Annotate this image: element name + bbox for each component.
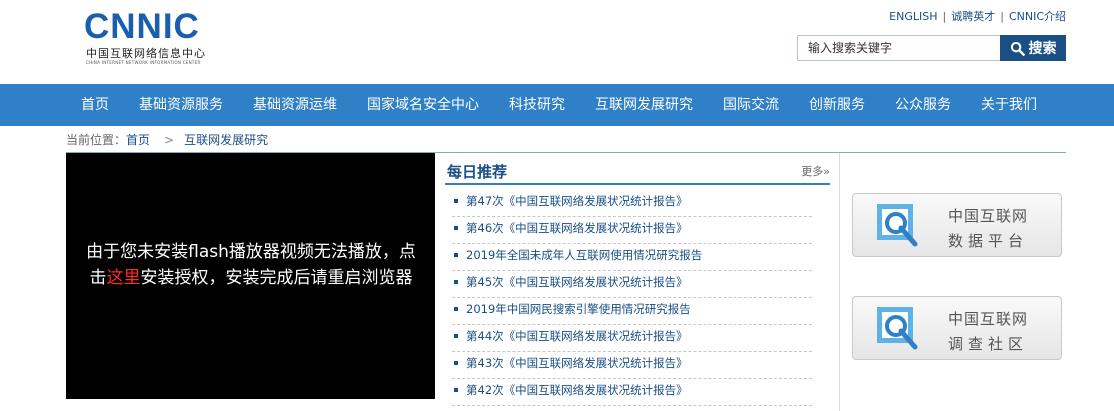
logo-english-name: CHINA INTERNET NETWORK INFORMATION CENTE…: [86, 60, 201, 65]
list-item[interactable]: 2019年中国网民搜索引擎使用情况研究报告: [452, 298, 812, 325]
list-item[interactable]: 第43次《中国互联网络发展状况统计报告》: [452, 352, 812, 379]
list-item[interactable]: 第47次《中国互联网络发展状况统计报告》: [452, 190, 812, 217]
bullet-icon: [454, 334, 458, 338]
daily-recommend-list: 第47次《中国互联网络发展状况统计报告》 第46次《中国互联网络发展状况统计报告…: [452, 190, 812, 406]
card-title-line1: 中国互联网: [948, 310, 1029, 328]
list-item-title: 第47次《中国互联网络发展状况统计报告》: [466, 194, 688, 208]
search-input[interactable]: [797, 35, 1000, 61]
search-box: 搜索: [797, 35, 1066, 61]
logo-wordmark: CNNIC: [84, 7, 200, 46]
top-link-english[interactable]: ENGLISH: [889, 10, 937, 23]
logo-chinese-name: 中国互联网络信息中心: [86, 47, 206, 60]
column-divider: [839, 153, 840, 411]
search-icon: [1010, 41, 1025, 56]
top-link-separator: |: [942, 10, 947, 23]
search-button[interactable]: 搜索: [1000, 35, 1066, 61]
list-item[interactable]: 2019年全国未成年人互联网使用情况研究报告: [452, 244, 812, 271]
nav-item-tech-research[interactable]: 科技研究: [494, 84, 580, 126]
bullet-icon: [454, 307, 458, 311]
card-title-line2: 调查社区: [948, 335, 1029, 353]
bullet-icon: [454, 388, 458, 392]
cnnic-logo[interactable]: CNNIC 中国互联网络信息中心 CHINA INTERNET NETWORK …: [84, 8, 224, 66]
nav-item-home[interactable]: 首页: [66, 84, 124, 126]
breadcrumb-label: 当前位置：: [66, 133, 127, 147]
bullet-icon: [454, 199, 458, 203]
nav-item-basic-resource-ops[interactable]: 基础资源运维: [238, 84, 352, 126]
top-link-separator: |: [1000, 10, 1004, 23]
card-title-line2: 数据平台: [948, 232, 1029, 250]
top-links: ENGLISH | 诚聘英才 | CNNIC介绍: [889, 8, 1066, 24]
flash-missing-message: 由于您未安装flash播放器视频无法播放，点击这里安装授权，安装完成后请重启浏览…: [86, 239, 416, 291]
survey-community-card[interactable]: 中国互联网 调查社区: [852, 296, 1062, 360]
flash-install-link[interactable]: 这里: [107, 268, 141, 288]
daily-recommend-header: 每日推荐 更多»: [445, 153, 830, 185]
bullet-icon: [454, 361, 458, 365]
nav-item-internet-research[interactable]: 互联网发展研究: [580, 84, 708, 126]
video-player[interactable]: 由于您未安装flash播放器视频无法播放，点击这里安装授权，安装完成后请重启浏览…: [66, 153, 435, 399]
more-link[interactable]: 更多»: [801, 163, 830, 179]
list-item-title: 第43次《中国互联网络发展状况统计报告》: [466, 356, 688, 370]
list-item-title: 第42次《中国互联网络发展状况统计报告》: [466, 383, 688, 397]
top-link-about-cnnic[interactable]: CNNIC介绍: [1009, 10, 1066, 23]
list-item[interactable]: 第46次《中国互联网络发展状况统计报告》: [452, 217, 812, 244]
list-item-title: 2019年中国网民搜索引擎使用情况研究报告: [466, 302, 691, 316]
nav-item-international[interactable]: 国际交流: [708, 84, 794, 126]
card-title-line1: 中国互联网: [948, 207, 1029, 225]
data-platform-card[interactable]: 中国互联网 数据平台: [852, 193, 1062, 257]
daily-recommend-title: 每日推荐: [447, 163, 508, 181]
survey-community-icon: [877, 307, 918, 350]
list-item-title: 第46次《中国互联网络发展状况统计报告》: [466, 221, 688, 235]
list-item[interactable]: 第42次《中国互联网络发展状况统计报告》: [452, 379, 812, 406]
bullet-icon: [454, 280, 458, 284]
nav-item-innovation[interactable]: 创新服务: [794, 84, 880, 126]
top-link-careers[interactable]: 诚聘英才: [951, 10, 995, 23]
list-item-title: 第45次《中国互联网络发展状况统计报告》: [466, 275, 688, 289]
nav-item-about-us[interactable]: 关于我们: [966, 84, 1052, 126]
breadcrumb-separator: >: [164, 133, 175, 147]
data-platform-icon: [877, 204, 918, 247]
flash-message-text-end: 安装授权，安装完成后请重启浏览器: [140, 268, 413, 288]
list-item[interactable]: 第45次《中国互联网络发展状况统计报告》: [452, 271, 812, 298]
list-item-title: 第44次《中国互联网络发展状况统计报告》: [466, 329, 688, 343]
main-nav: 首页 基础资源服务 基础资源运维 国家域名安全中心 科技研究 互联网发展研究 国…: [0, 84, 1114, 126]
list-item[interactable]: 第44次《中国互联网络发展状况统计报告》: [452, 325, 812, 352]
bullet-icon: [454, 253, 458, 257]
breadcrumb-current[interactable]: 互联网发展研究: [184, 133, 268, 147]
bullet-icon: [454, 226, 458, 230]
nav-item-public-service[interactable]: 公众服务: [880, 84, 966, 126]
nav-item-basic-resource-service[interactable]: 基础资源服务: [124, 84, 238, 126]
list-item-title: 2019年全国未成年人互联网使用情况研究报告: [466, 248, 703, 262]
search-button-label: 搜索: [1028, 41, 1057, 57]
nav-item-domain-security[interactable]: 国家域名安全中心: [352, 84, 494, 126]
breadcrumb-home[interactable]: 首页: [126, 133, 150, 147]
breadcrumb: 当前位置：首页 > 互联网发展研究: [66, 131, 268, 148]
